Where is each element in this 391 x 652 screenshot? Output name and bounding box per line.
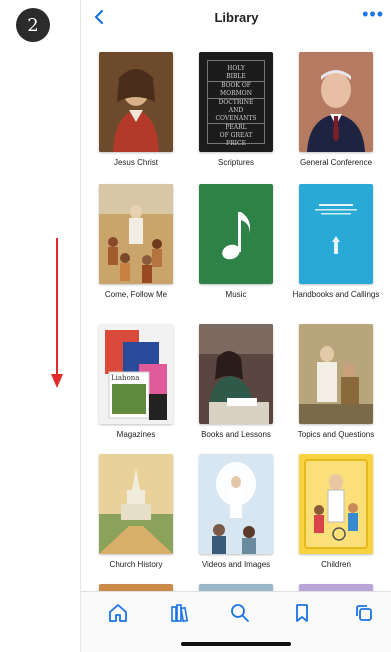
tile-magazines[interactable]: Liahona Magazines [86,324,186,440]
scriptures-line-6: AND [228,107,244,114]
tile-label: Topics and Questions [297,430,375,439]
tile-general-conference[interactable]: General Conference [286,52,386,168]
tile-label: Videos and Images [201,560,271,569]
magazines-cover-image: Liahona [99,324,173,424]
tile-label: Church History [109,560,163,569]
scriptures-line-2: BIBLE [226,73,246,80]
videos-and-images-cover-image [199,454,273,554]
tile-label: Scriptures [217,158,254,167]
tile-label: Jesus Christ [113,158,158,167]
general-conference-cover-image [299,52,373,152]
tile-come-follow-me[interactable]: Come, Follow Me [86,184,186,300]
scroll-down-arrow [51,238,63,388]
scriptures-line-1: HOLY [227,65,245,72]
scriptures-cover-image: HOLY BIBLE BOOK OF MORMON DOCTRINE AND C… [199,52,273,152]
scriptures-line-10: PRICE [226,140,246,147]
tile-label: Books and Lessons [201,430,271,439]
scriptures-line-4: MORMON [220,90,252,97]
bookmark-icon [296,604,308,622]
children-cover-image [299,454,373,554]
topics-cover-image [299,324,373,424]
tile-label: General Conference [299,158,373,167]
handbooks-cover-image [299,184,373,284]
more-options-button[interactable]: ••• [362,4,384,25]
tile-books-and-lessons[interactable]: Books and Lessons [186,324,286,440]
tab-library[interactable] [169,602,193,624]
tab-bookmarks[interactable] [291,602,315,624]
bottom-tab-bar [81,591,391,652]
come-follow-me-cover-image [99,184,173,284]
tile-topics-and-questions[interactable]: Topics and Questions [286,324,386,440]
home-indicator [181,642,291,646]
scriptures-line-8: PEARL [208,123,264,132]
tile-label: Come, Follow Me [104,290,168,299]
tab-windows[interactable] [353,602,377,624]
scriptures-line-5: DOCTRINE [208,98,264,107]
tile-label: Handbooks and Callings [292,290,380,299]
tile-jesus-christ[interactable]: Jesus Christ [86,52,186,168]
books-and-lessons-cover-image [199,324,273,424]
church-history-cover-image [99,454,173,554]
scriptures-line-9: OF GREAT [219,132,253,139]
page-title: Library [214,10,259,25]
tile-music[interactable]: Music [186,184,286,300]
tile-children[interactable]: Children [286,454,386,570]
tile-label: Music [225,290,247,299]
windows-icon [356,605,372,621]
tab-home[interactable] [107,602,131,624]
tile-scriptures[interactable]: HOLY BIBLE BOOK OF MORMON DOCTRINE AND C… [186,52,286,168]
scriptures-line-3: BOOK OF [208,81,264,90]
music-note-icon [222,212,250,260]
navigation-bar: Library ••• [81,0,391,36]
tile-handbooks-and-callings[interactable]: Handbooks and Callings [286,184,386,300]
tab-search[interactable] [229,602,253,624]
step-number-badge: 2 [16,8,50,42]
jesus-christ-cover-image [99,52,173,152]
tile-label: Magazines [116,430,156,439]
magazine-title: Liahona [111,374,140,382]
library-books-icon [171,604,189,623]
scriptures-line-7: COVENANTS [215,115,257,122]
phone-screen: Library ••• Jesus Christ HOLY BIBLE BOOK… [80,0,391,652]
tile-church-history[interactable]: Church History [86,454,186,570]
search-icon [231,604,249,622]
music-cover-image [199,184,273,284]
tile-label: Children [321,560,351,569]
tile-videos-and-images[interactable]: Videos and Images [186,454,286,570]
home-icon [109,604,127,622]
